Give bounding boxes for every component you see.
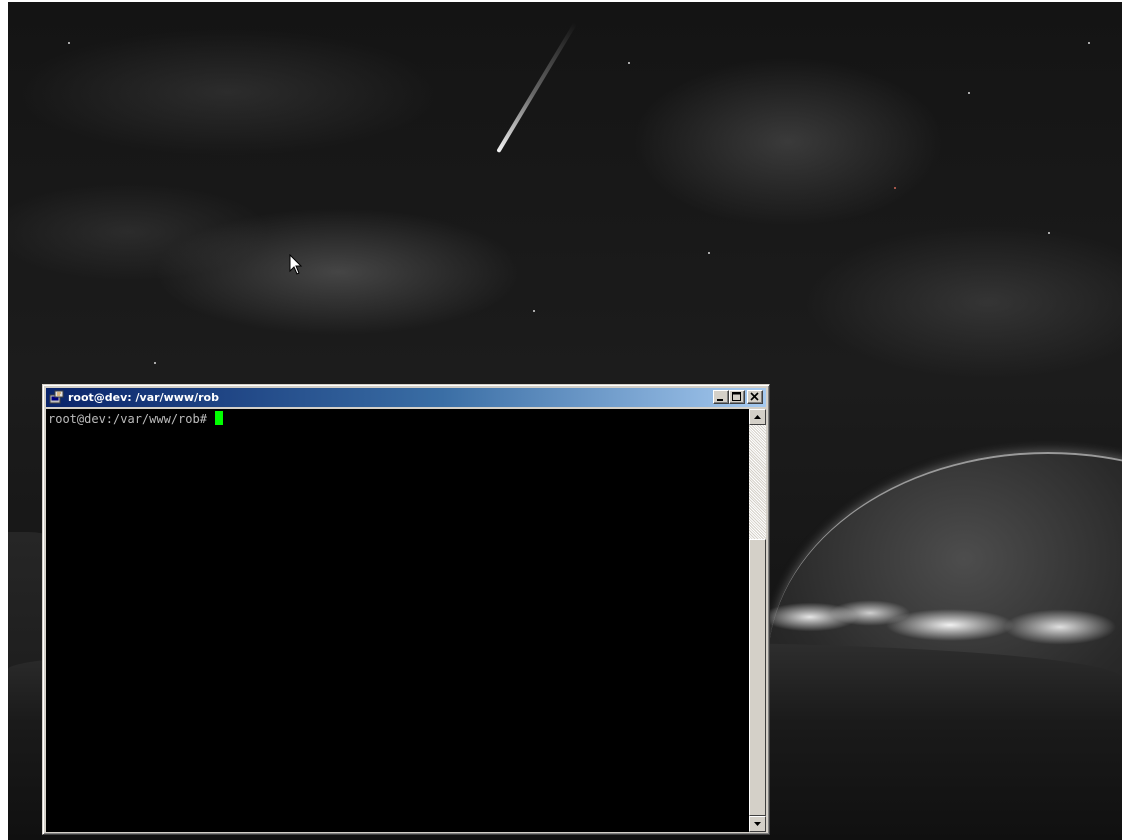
star — [1088, 42, 1090, 44]
shell-prompt: root@dev:/var/www/rob# — [48, 412, 207, 426]
star — [628, 62, 630, 64]
prompt-line: root@dev:/var/www/rob# — [48, 411, 223, 427]
maximize-icon — [732, 392, 741, 401]
text-cursor — [214, 411, 223, 425]
star — [154, 362, 156, 364]
star — [1048, 232, 1050, 234]
terminal-output[interactable]: root@dev:/var/www/rob# — [46, 409, 749, 832]
star — [968, 92, 970, 94]
star — [533, 310, 535, 312]
scroll-down-button[interactable] — [749, 816, 766, 832]
scroll-up-button[interactable] — [749, 409, 766, 425]
scrollbar-thumb[interactable] — [749, 539, 766, 816]
putty-icon[interactable] — [49, 390, 65, 405]
vertical-scrollbar[interactable] — [749, 409, 766, 832]
star — [708, 252, 710, 254]
title-bar[interactable]: root@dev: /var/www/rob — [46, 388, 766, 407]
arrow-cursor-icon — [289, 253, 305, 276]
terminal-window[interactable]: root@dev: /var/www/rob root@dev:/var/www… — [42, 384, 770, 835]
close-button[interactable] — [747, 390, 763, 404]
arrow-down-icon — [754, 822, 761, 826]
minimize-button[interactable] — [713, 390, 729, 404]
window-title: root@dev: /var/www/rob — [68, 391, 219, 404]
maximize-button[interactable] — [729, 390, 745, 404]
arrow-up-icon — [754, 415, 761, 419]
meteor-streak — [496, 22, 577, 154]
star — [894, 187, 896, 189]
star — [68, 42, 70, 44]
minimize-icon — [717, 399, 723, 401]
close-icon — [750, 392, 759, 401]
planet-clouds — [770, 587, 1122, 647]
